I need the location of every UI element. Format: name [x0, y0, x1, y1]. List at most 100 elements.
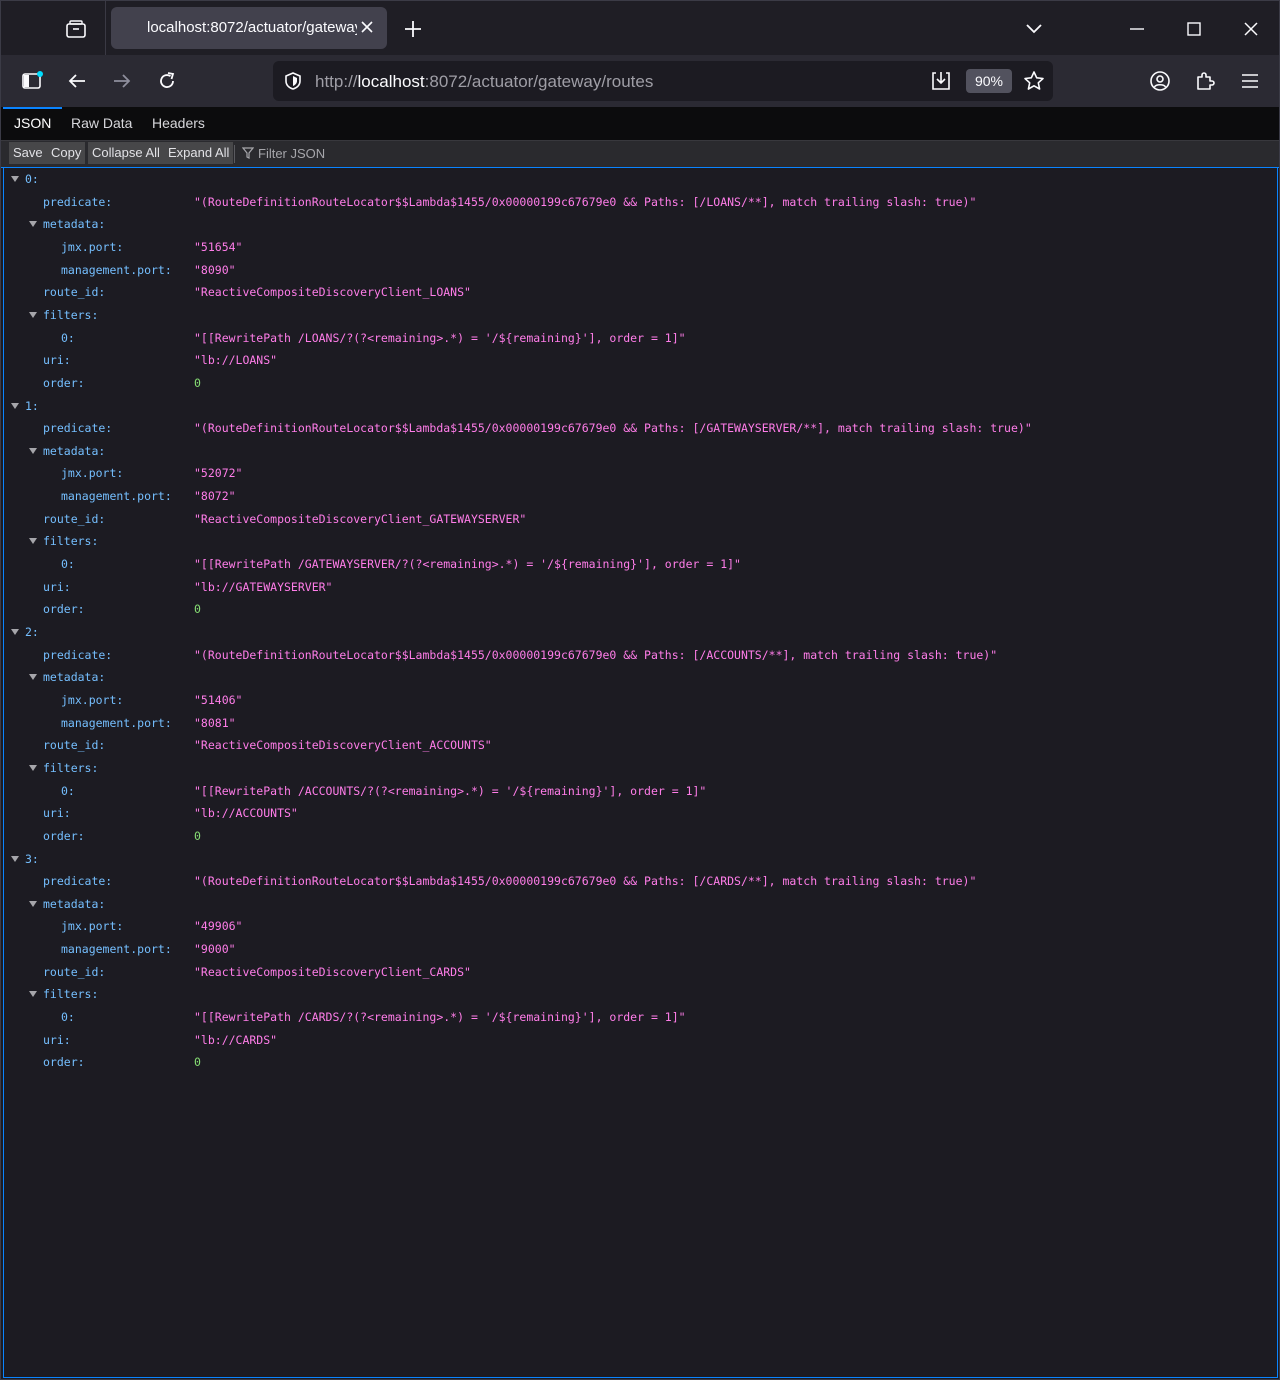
expand-twisty-icon[interactable]: [29, 764, 37, 771]
route-node[interactable]: 3:: [4, 848, 1274, 870]
jmx-port-row: jmx.port: "51654": [4, 236, 1274, 258]
reload-icon[interactable]: [150, 64, 184, 98]
tab-strip-separator: [105, 1, 106, 55]
tab-json[interactable]: JSON: [2, 107, 63, 140]
expand-twisty-icon[interactable]: [29, 991, 37, 998]
json-value: 0: [194, 1055, 201, 1070]
uri-row: uri: "lb://LOANS": [4, 349, 1274, 371]
minimize-icon[interactable]: [1120, 12, 1154, 46]
json-key: 1:: [25, 398, 39, 413]
expand-twisty-icon[interactable]: [29, 674, 37, 681]
json-key: uri:: [43, 806, 71, 821]
expand-twisty-icon[interactable]: [11, 176, 19, 182]
filters-node[interactable]: filters:: [4, 304, 1274, 326]
back-icon[interactable]: [60, 64, 94, 98]
json-value: "(RouteDefinitionRouteLocator$$Lambda$14…: [194, 421, 1032, 436]
uri-row: uri: "lb://GATEWAYSERVER": [4, 576, 1274, 598]
json-key: metadata:: [43, 670, 106, 685]
toolbar-divider: [234, 145, 235, 163]
app-menu-hamburger-icon[interactable]: [1233, 64, 1267, 98]
expand-twisty-icon[interactable]: [29, 221, 37, 228]
json-value: "lb://LOANS": [194, 353, 278, 368]
predicate-row: predicate: "(RouteDefinitionRouteLocator$…: [4, 417, 1274, 439]
uri-row: uri: "lb://CARDS": [4, 1029, 1274, 1051]
json-key: metadata:: [43, 217, 106, 232]
route-node[interactable]: 2:: [4, 621, 1274, 643]
save-button[interactable]: Save: [9, 142, 47, 164]
json-key: jmx.port:: [61, 919, 124, 934]
tab-close-icon[interactable]: [357, 17, 377, 37]
expand-twisty-icon[interactable]: [11, 402, 19, 409]
json-key: order:: [43, 828, 85, 843]
json-key: management.port:: [61, 942, 172, 957]
order-row: order: 0: [4, 825, 1274, 847]
url-text[interactable]: http://localhost:8072/actuator/gateway/r…: [315, 72, 653, 92]
json-key: route_id:: [43, 285, 106, 300]
json-key: uri:: [43, 353, 71, 368]
route-node[interactable]: 1:: [4, 395, 1274, 417]
expand-twisty-icon[interactable]: [29, 447, 37, 454]
expand-twisty-icon[interactable]: [11, 629, 19, 635]
json-value: "lb://ACCOUNTS": [194, 806, 298, 821]
json-value: "8072": [194, 489, 236, 504]
extensions-puzzle-icon[interactable]: [1188, 64, 1222, 98]
filters-node[interactable]: filters:: [4, 530, 1274, 552]
json-value: 0: [194, 602, 201, 617]
navigation-toolbar: http://localhost:8072/actuator/gateway/r…: [1, 55, 1279, 107]
maximize-icon[interactable]: [1177, 12, 1211, 46]
collapse-all-button[interactable]: Collapse All: [88, 142, 164, 164]
json-key: filters:: [43, 760, 99, 775]
close-window-icon[interactable]: [1234, 12, 1268, 46]
copy-button[interactable]: Copy: [47, 142, 86, 164]
forward-icon[interactable]: [105, 64, 139, 98]
metadata-node[interactable]: metadata:: [4, 440, 1274, 462]
jmx-port-row: jmx.port: "52072": [4, 462, 1274, 484]
sidebar-icon[interactable]: [15, 64, 49, 98]
json-key: uri:: [43, 579, 71, 594]
metadata-node[interactable]: metadata:: [4, 213, 1274, 235]
route-node[interactable]: 0:: [4, 168, 1274, 190]
json-toolbar: Save Copy Collapse All Expand All Filter…: [1, 141, 1279, 168]
json-value: "49906": [194, 919, 243, 934]
metadata-node[interactable]: metadata:: [4, 666, 1274, 688]
json-key: jmx.port:: [61, 692, 124, 707]
filter-row: 0: "[[RewritePath /CARDS/?(?<remaining>.*…: [4, 1006, 1274, 1028]
management-port-row: management.port: "8072": [4, 485, 1274, 507]
predicate-row: predicate: "(RouteDefinitionRouteLocator$…: [4, 870, 1274, 892]
filters-node[interactable]: filters:: [4, 757, 1274, 779]
expand-twisty-icon[interactable]: [29, 538, 37, 545]
json-value: "[[RewritePath /CARDS/?(?<remaining>.*) …: [194, 1010, 686, 1025]
json-key: predicate:: [43, 194, 113, 209]
json-value: "ReactiveCompositeDiscoveryClient_LOANS": [194, 285, 471, 300]
save-to-pocket-download-icon[interactable]: [930, 70, 952, 97]
tab-active[interactable]: localhost:8072/actuator/gateway/routes: [111, 7, 387, 49]
filter-row: 0: "[[RewritePath /ACCOUNTS/?(?<remaining…: [4, 780, 1274, 802]
bookmark-star-icon[interactable]: [1023, 70, 1045, 97]
jmx-port-row: jmx.port: "51406": [4, 689, 1274, 711]
tab-headers[interactable]: Headers: [152, 107, 205, 140]
metadata-node[interactable]: metadata:: [4, 893, 1274, 915]
expand-all-button[interactable]: Expand All: [164, 142, 234, 164]
tab-raw-data[interactable]: Raw Data: [71, 107, 132, 140]
firefox-view-icon[interactable]: [59, 12, 93, 46]
filter-json-input[interactable]: Filter JSON: [258, 146, 325, 161]
json-value: "ReactiveCompositeDiscoveryClient_ACCOUN…: [194, 738, 492, 753]
expand-twisty-icon[interactable]: [29, 900, 37, 907]
json-key: management.port:: [61, 262, 172, 277]
zoom-level-button[interactable]: 90%: [966, 69, 1012, 93]
predicate-row: predicate: "(RouteDefinitionRouteLocator$…: [4, 191, 1274, 213]
json-value: "51406": [194, 692, 243, 707]
list-all-tabs-chevron-icon[interactable]: [1017, 12, 1051, 46]
json-value: "(RouteDefinitionRouteLocator$$Lambda$14…: [194, 647, 998, 662]
filters-node[interactable]: filters:: [4, 983, 1274, 1005]
expand-twisty-icon[interactable]: [29, 311, 37, 318]
tracking-protection-shield-icon[interactable]: [283, 71, 303, 96]
address-bar[interactable]: http://localhost:8072/actuator/gateway/r…: [273, 61, 1053, 101]
account-icon[interactable]: [1143, 64, 1177, 98]
json-key: order:: [43, 602, 85, 617]
jmx-port-row: jmx.port: "49906": [4, 915, 1274, 937]
new-tab-icon[interactable]: [396, 12, 430, 46]
predicate-row: predicate: "(RouteDefinitionRouteLocator$…: [4, 644, 1274, 666]
json-value: "9000": [194, 942, 236, 957]
expand-twisty-icon[interactable]: [11, 855, 19, 862]
